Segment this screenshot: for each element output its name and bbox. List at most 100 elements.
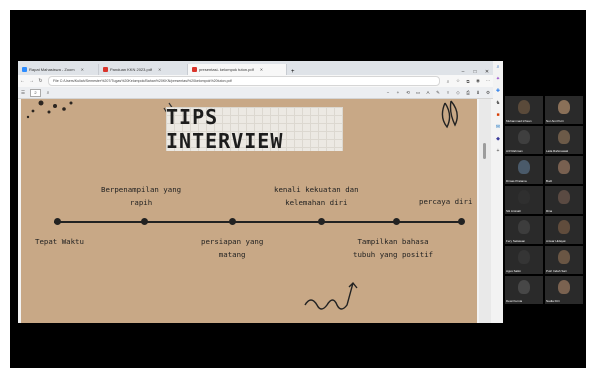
curly-arrow-icon <box>304 281 358 310</box>
timeline-dot <box>54 218 61 225</box>
participant-tile[interactable]: Muhammad Ichsan <box>505 96 543 124</box>
browser-tab-active[interactable]: presentasi- kelompok tuton.pdf ✕ <box>188 64 287 75</box>
avatar <box>518 160 530 174</box>
settings-icon[interactable]: ⚙ <box>483 90 493 96</box>
participant-tile[interactable]: Agus Salim <box>505 246 543 274</box>
office-icon[interactable]: ■ <box>496 109 499 121</box>
participant-name: Putri Indah Sari <box>546 269 567 273</box>
participant-tile[interactable]: Rina <box>545 186 583 214</box>
participant-tile[interactable]: Budi <box>545 156 583 184</box>
zoom-icon[interactable]: ⌕ <box>443 79 453 84</box>
participant-name: Fery Setiawan <box>506 239 526 243</box>
outlook-icon[interactable]: ✉ <box>496 121 500 133</box>
timeline-dot <box>318 218 325 225</box>
ink-splatter-icon <box>26 100 73 119</box>
timeline-label: Berpenampilan yang rapih <box>101 185 182 207</box>
participant-tile[interactable]: Laila Rahmawati <box>545 126 583 154</box>
pdf-toolbar: ☰ 2 ⌕ − + ⟲ ▭ A ✎ ▿ ◇ ⎙ ⬇ ⚙ <box>18 87 493 99</box>
games-icon[interactable]: ♞ <box>496 97 500 109</box>
avatar <box>558 100 570 114</box>
participant-name: Dewi Kurnia <box>506 299 523 303</box>
avatar <box>558 220 570 234</box>
print-icon[interactable]: ⎙ <box>463 90 473 95</box>
shopping-icon[interactable]: ✦ <box>496 73 500 85</box>
leaf-doodle-icon <box>441 100 458 129</box>
highlight-icon[interactable]: ▿ <box>443 90 453 96</box>
participant-tile[interactable]: Nur Aini Putri <box>545 96 583 124</box>
avatar <box>518 280 530 294</box>
avatar <box>558 130 570 144</box>
participant-tile[interactable]: Dimas Pratama <box>505 156 543 184</box>
participant-name: Nadia Fitri <box>546 299 560 303</box>
participant-name: Dimas Pratama <box>506 179 527 183</box>
url-field[interactable]: File C:/Users/Kuliah/Semester%207/Tugas%… <box>48 76 440 86</box>
fit-icon[interactable]: ⟲ <box>403 90 413 96</box>
participants-gallery: Muhammad Ichsan Nur Aini Putri Arif Rahm… <box>505 96 583 304</box>
participant-name: Agus Salim <box>506 269 522 273</box>
scrollbar[interactable] <box>479 99 491 323</box>
participant-tile[interactable]: Fery Setiawan <box>505 216 543 244</box>
collections-icon[interactable]: ⧉ <box>463 79 473 84</box>
add-icon[interactable]: + <box>497 145 500 157</box>
participant-name: Siti Aminah <box>506 209 522 213</box>
browser-tab[interactable]: Rapat Mahasiswa - Zoom ✕ <box>18 64 99 75</box>
slide-title: TIPS INTERVIEW <box>166 105 284 153</box>
page-view-icon[interactable]: ▭ <box>413 90 423 96</box>
menu-icon[interactable]: ⋯ <box>483 78 493 84</box>
participant-tile[interactable]: Arif Rahman <box>505 126 543 154</box>
draw-icon[interactable]: ✎ <box>433 90 443 96</box>
search-icon[interactable]: ⌕ <box>43 90 53 95</box>
scrollbar-thumb[interactable] <box>483 143 486 159</box>
participant-name: Muhammad Ichsan <box>506 119 532 123</box>
close-icon[interactable]: ✕ <box>260 67 263 72</box>
save-icon[interactable]: ⬇ <box>473 90 483 96</box>
contents-icon[interactable]: ☰ <box>18 90 28 96</box>
participant-tile[interactable]: Nadia Fitri <box>545 276 583 304</box>
close-icon[interactable]: ✕ <box>81 67 84 72</box>
avatar <box>518 220 530 234</box>
search-icon[interactable]: ⌕ <box>497 61 500 73</box>
screen-share-background: Rapat Mahasiswa - Zoom ✕ Panduan KKN 202… <box>10 10 586 368</box>
avatar <box>518 250 530 264</box>
participant-tile[interactable]: Siti Aminah <box>505 186 543 214</box>
participant-name: Nur Aini Putri <box>546 119 564 123</box>
tab-label: presentasi- kelompok tuton.pdf <box>199 67 254 72</box>
close-icon[interactable]: ✕ <box>158 67 161 72</box>
timeline-label: kenali kekuatan dan kelemahan diri <box>274 185 359 207</box>
browser-sidebar: ⌕ ✦ ✚ ♞ ■ ✉ ◆ + <box>493 61 503 323</box>
tab-bar: Rapat Mahasiswa - Zoom ✕ Panduan KKN 202… <box>18 61 493 75</box>
drop-icon[interactable]: ◆ <box>496 133 500 145</box>
timeline-dot <box>229 218 236 225</box>
tools-icon[interactable]: ✚ <box>496 85 500 97</box>
profile-icon[interactable]: ◉ <box>473 78 483 84</box>
participant-tile[interactable]: Dewi Kurnia <box>505 276 543 304</box>
title-card: TIPS INTERVIEW <box>166 105 343 153</box>
participant-name: Rina <box>546 209 553 213</box>
avatar <box>558 160 570 174</box>
page-number-input[interactable]: 2 <box>30 88 41 97</box>
address-bar: ← → ↻ File C:/Users/Kuliah/Semester%207/… <box>18 75 493 87</box>
browser-window: Rapat Mahasiswa - Zoom ✕ Panduan KKN 202… <box>18 61 493 323</box>
participant-tile[interactable]: Putri Indah Sari <box>545 246 583 274</box>
zoom-in-icon[interactable]: + <box>393 90 403 95</box>
pdf-icon <box>103 67 108 72</box>
avatar <box>518 100 530 114</box>
refresh-icon[interactable]: ↻ <box>36 78 45 84</box>
zoom-out-icon[interactable]: − <box>383 90 393 95</box>
back-icon[interactable]: ← <box>18 78 27 84</box>
tab-label: Panduan KKN 2023.pdf <box>110 67 153 72</box>
favorite-icon[interactable]: ☆ <box>453 78 463 84</box>
read-aloud-icon[interactable]: A <box>423 90 433 95</box>
erase-icon[interactable]: ◇ <box>453 90 463 96</box>
participant-tile[interactable]: Anwar Hidayat <box>545 216 583 244</box>
avatar <box>558 280 570 294</box>
timeline-line <box>54 221 462 223</box>
forward-icon[interactable]: → <box>27 78 36 84</box>
zoom-icon <box>22 67 27 72</box>
timeline-label: Tepat Waktu <box>35 237 84 246</box>
browser-tab[interactable]: Panduan KKN 2023.pdf ✕ <box>99 64 188 75</box>
avatar <box>558 190 570 204</box>
timeline-dot <box>393 218 400 225</box>
participant-name: Arif Rahman <box>506 149 523 153</box>
avatar <box>518 190 530 204</box>
